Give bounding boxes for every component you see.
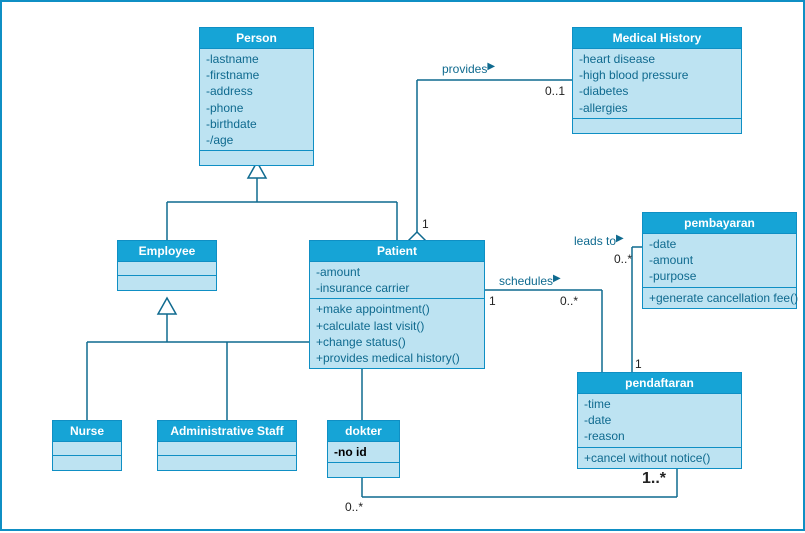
attr: -birthdate [206,116,307,132]
attr: -date [649,236,790,252]
uml-canvas: Person -lastname -firstname -address -ph… [0,0,805,531]
class-person-title: Person [200,28,313,49]
class-dokter-attrs: -no id [328,442,399,463]
op: +calculate last visit() [316,318,478,334]
label-text: leads to [574,234,616,248]
attr: -amount [316,264,478,280]
class-person-ops [200,151,313,165]
attr: -phone [206,100,307,116]
op: +cancel without notice() [584,450,735,466]
mult-provides-start: 1 [422,217,429,231]
class-patient-title: Patient [310,241,484,262]
class-person-attrs: -lastname -firstname -address -phone -bi… [200,49,313,151]
attr: -no id [334,444,393,460]
class-employee-attrs [118,262,216,276]
attr: -date [584,412,735,428]
class-pembayaran: pembayaran -date -amount -purpose +gener… [642,212,797,309]
class-medical-history-ops [573,119,741,133]
arrow-icon: ▶ [553,274,561,284]
class-admin-staff-title: Administrative Staff [158,421,296,442]
class-employee: Employee [117,240,217,291]
class-patient: Patient -amount -insurance carrier +make… [309,240,485,369]
attr: -amount [649,252,790,268]
attr: -purpose [649,268,790,284]
class-patient-ops: +make appointment() +calculate last visi… [310,299,484,368]
class-medical-history-attrs: -heart disease -high blood pressure -dia… [573,49,741,119]
class-nurse-attrs [53,442,121,456]
op: +provides medical history() [316,350,478,366]
class-pendaftaran-attrs: -time -date -reason [578,394,741,448]
class-employee-ops [118,276,216,290]
class-medical-history-title: Medical History [573,28,741,49]
arrow-icon: ▶ [616,234,624,244]
label-text: provides [442,62,487,76]
class-dokter-ops [328,463,399,477]
mult-schedules-end: 0..* [560,294,578,308]
class-nurse: Nurse [52,420,122,471]
attr: -time [584,396,735,412]
arrow-icon: ▶ [487,62,495,72]
class-employee-title: Employee [118,241,216,262]
class-admin-staff: Administrative Staff [157,420,297,471]
mult-leadsto-end: 0..* [614,252,632,266]
class-pembayaran-title: pembayaran [643,213,796,234]
attr: -/age [206,132,307,148]
label-schedules: schedules ▶ [499,274,553,288]
attr: -insurance carrier [316,280,478,296]
attr: -reason [584,428,735,444]
class-pendaftaran-ops: +cancel without notice() [578,448,741,468]
class-pembayaran-attrs: -date -amount -purpose [643,234,796,288]
class-pendaftaran: pendaftaran -time -date -reason +cancel … [577,372,742,469]
label-text: schedules [499,274,553,288]
attr: -address [206,83,307,99]
mult-pendaftaran-end: 1..* [642,470,666,488]
attr: -lastname [206,51,307,67]
label-provides: provides ▶ [442,62,487,76]
mult-leadsto-start: 1 [635,357,642,371]
attr: -high blood pressure [579,67,735,83]
op: +change status() [316,334,478,350]
class-admin-staff-ops [158,456,296,470]
mult-dokter-start: 0..* [345,500,363,514]
class-admin-staff-attrs [158,442,296,456]
class-patient-attrs: -amount -insurance carrier [310,262,484,299]
class-pembayaran-ops: +generate cancellation fee() [643,288,796,308]
class-dokter: dokter -no id [327,420,400,478]
mult-schedules-start: 1 [489,294,496,308]
class-medical-history: Medical History -heart disease -high blo… [572,27,742,134]
op: +make appointment() [316,301,478,317]
attr: -firstname [206,67,307,83]
class-nurse-ops [53,456,121,470]
class-pendaftaran-title: pendaftaran [578,373,741,394]
class-person: Person -lastname -firstname -address -ph… [199,27,314,166]
class-dokter-title: dokter [328,421,399,442]
attr: -heart disease [579,51,735,67]
mult-provides-end: 0..1 [545,84,565,98]
attr: -diabetes [579,83,735,99]
op: +generate cancellation fee() [649,290,790,306]
label-leads-to: leads to ▶ [574,234,616,248]
class-nurse-title: Nurse [53,421,121,442]
attr: -allergies [579,100,735,116]
